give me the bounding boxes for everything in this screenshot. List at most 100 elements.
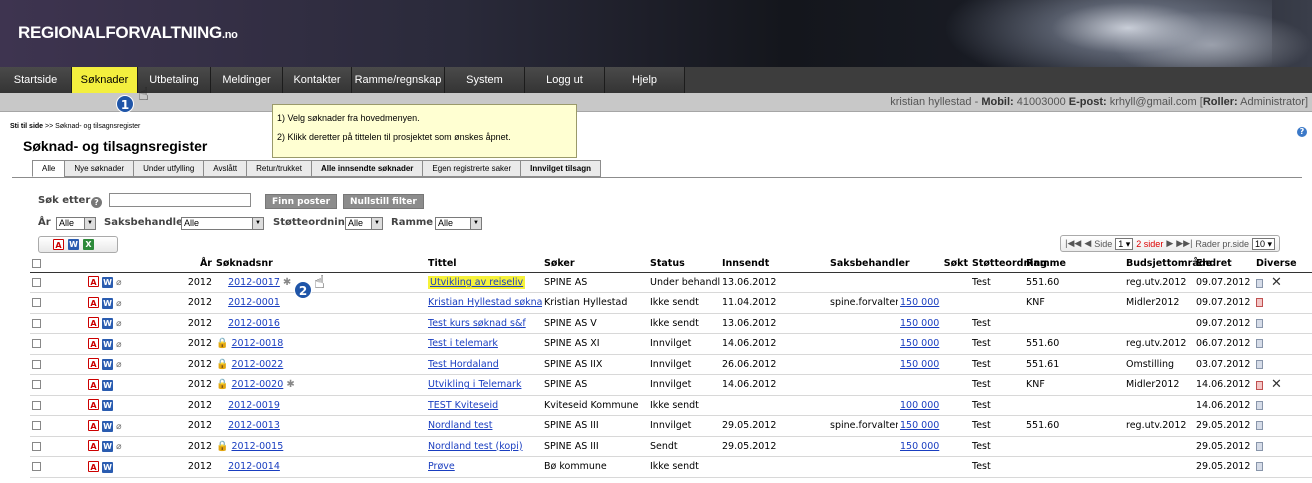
title-link[interactable]: Nordland test (kopi)	[428, 441, 523, 452]
column-header-1[interactable]: Søknadsnr	[214, 256, 426, 273]
amount-link[interactable]: 150 000	[900, 297, 939, 308]
row-checkbox[interactable]	[32, 400, 41, 410]
column-header-5[interactable]: Innsendt	[720, 256, 828, 273]
document-icon[interactable]	[1256, 339, 1263, 349]
word-icon[interactable]: W	[102, 338, 114, 350]
tab-2[interactable]: Under utfylling	[133, 160, 204, 177]
tab-5[interactable]: Alle innsendte søknader	[310, 160, 423, 177]
excel-export-icon[interactable]: X	[83, 239, 94, 250]
search-input[interactable]	[109, 193, 251, 207]
amount-link[interactable]: 150 000	[900, 338, 939, 349]
title-link[interactable]: Kristian Hyllestad søknad (kopi)	[428, 297, 542, 308]
close-icon[interactable]: ✕	[1271, 377, 1282, 392]
pdf-icon[interactable]: A	[88, 460, 99, 472]
application-number-link[interactable]: 2012-0017	[228, 277, 280, 288]
row-checkbox[interactable]	[32, 380, 41, 390]
amount-link[interactable]: 150 000	[900, 359, 939, 370]
document-icon[interactable]	[1256, 400, 1263, 410]
select-all-checkbox[interactable]	[32, 259, 41, 269]
prev-page-icon[interactable]: ◀	[1084, 238, 1091, 249]
column-header-8[interactable]: Støtteordning	[970, 256, 1047, 273]
title-link[interactable]: TEST Kviteseid	[428, 400, 498, 411]
column-header-3[interactable]: Søker	[542, 256, 648, 273]
word-icon[interactable]: W	[102, 400, 114, 412]
document-icon[interactable]	[1256, 421, 1263, 431]
column-header-2[interactable]: Tittel	[426, 256, 542, 273]
help-icon[interactable]: ?	[1297, 127, 1307, 137]
title-link[interactable]: Test i telemark	[428, 338, 498, 349]
tab-6[interactable]: Egen registrerte saker	[422, 160, 521, 177]
title-link[interactable]: Nordland test	[428, 420, 492, 431]
attachment-icon[interactable]: ⌀	[116, 360, 121, 370]
column-header-0[interactable]: År	[124, 256, 214, 273]
next-page-icon[interactable]: ▶	[1166, 238, 1173, 249]
frame-select[interactable]: Alle ▼	[435, 217, 482, 230]
document-icon[interactable]	[1256, 298, 1263, 308]
pdf-icon[interactable]: A	[88, 317, 99, 329]
menu-item-5[interactable]: Ramme/regnskap	[352, 67, 445, 93]
page-select[interactable]: 1 ▾	[1115, 237, 1134, 250]
application-number-link[interactable]: 2012-0022	[231, 359, 283, 370]
application-number-link[interactable]: 2012-0019	[228, 400, 280, 411]
document-icon[interactable]	[1256, 359, 1263, 369]
pdf-icon[interactable]: A	[88, 358, 99, 370]
tab-3[interactable]: Avslått	[203, 160, 247, 177]
word-icon[interactable]: W	[102, 318, 114, 330]
tab-7[interactable]: Innvilget tilsagn	[520, 160, 602, 177]
word-icon[interactable]: W	[102, 359, 114, 371]
application-number-link[interactable]: 2012-0016	[228, 318, 280, 329]
menu-item-3[interactable]: Meldinger	[211, 67, 283, 93]
attachment-icon[interactable]: ⌀	[116, 278, 121, 288]
application-number-link[interactable]: 2012-0001	[228, 297, 280, 308]
word-icon[interactable]: W	[102, 379, 114, 391]
pdf-icon[interactable]: A	[88, 378, 99, 390]
row-checkbox[interactable]	[32, 462, 41, 472]
amount-link[interactable]: 100 000	[900, 400, 939, 411]
word-icon[interactable]: W	[102, 297, 114, 309]
title-link[interactable]: Utvikling av reiseliv	[428, 275, 526, 289]
amount-link[interactable]: 150 000	[900, 318, 939, 329]
pdf-icon[interactable]: A	[88, 296, 99, 308]
column-header-10[interactable]: Budsjettområde	[1124, 256, 1212, 273]
pdf-export-icon[interactable]: A	[53, 239, 64, 250]
application-number-link[interactable]: 2012-0013	[228, 420, 280, 431]
application-number-link[interactable]: 2012-0018	[231, 338, 283, 349]
row-checkbox[interactable]	[32, 298, 41, 308]
pdf-icon[interactable]: A	[88, 419, 99, 431]
tab-1[interactable]: Nye søknader	[64, 160, 134, 177]
row-checkbox[interactable]	[32, 339, 41, 349]
menu-item-6[interactable]: System	[445, 67, 525, 93]
tab-4[interactable]: Retur/trukket	[246, 160, 311, 177]
word-icon[interactable]: W	[102, 441, 114, 453]
row-checkbox[interactable]	[32, 421, 41, 431]
document-icon[interactable]	[1256, 441, 1263, 451]
application-number-link[interactable]: 2012-0020	[231, 379, 283, 390]
close-icon[interactable]: ✕	[1271, 275, 1282, 290]
document-icon[interactable]	[1256, 462, 1263, 472]
word-icon[interactable]: W	[102, 420, 114, 432]
search-help-icon[interactable]: ?	[91, 195, 102, 208]
document-icon[interactable]	[1256, 381, 1263, 391]
title-link[interactable]: Test kurs søknad s&f	[428, 318, 526, 329]
year-select[interactable]: Alle ▼	[56, 217, 96, 230]
pdf-icon[interactable]: A	[88, 337, 99, 349]
attachment-icon[interactable]: ⌀	[116, 340, 121, 350]
word-icon[interactable]: W	[102, 461, 114, 473]
column-header-11[interactable]: Endret	[1194, 256, 1254, 273]
scheme-select[interactable]: Alle ▼	[345, 217, 383, 230]
document-icon[interactable]	[1256, 278, 1263, 288]
row-checkbox[interactable]	[32, 277, 41, 287]
app-logo[interactable]: REGIONALFORVALTNING.no	[18, 23, 238, 43]
row-checkbox[interactable]	[32, 359, 41, 369]
pdf-icon[interactable]: A	[88, 276, 99, 288]
document-icon[interactable]	[1256, 318, 1263, 328]
pdf-icon[interactable]: A	[88, 440, 99, 452]
word-icon[interactable]: W	[102, 277, 114, 289]
handler-select[interactable]: Alle ▼	[181, 217, 264, 230]
menu-item-1[interactable]: Søknader	[72, 67, 138, 93]
tab-0[interactable]: Alle	[32, 160, 65, 177]
menu-item-7[interactable]: Logg ut	[525, 67, 605, 93]
title-link[interactable]: Utvikling i Telemark	[428, 379, 521, 390]
attachment-icon[interactable]: ⌀	[116, 422, 121, 432]
word-export-icon[interactable]: W	[68, 239, 79, 250]
